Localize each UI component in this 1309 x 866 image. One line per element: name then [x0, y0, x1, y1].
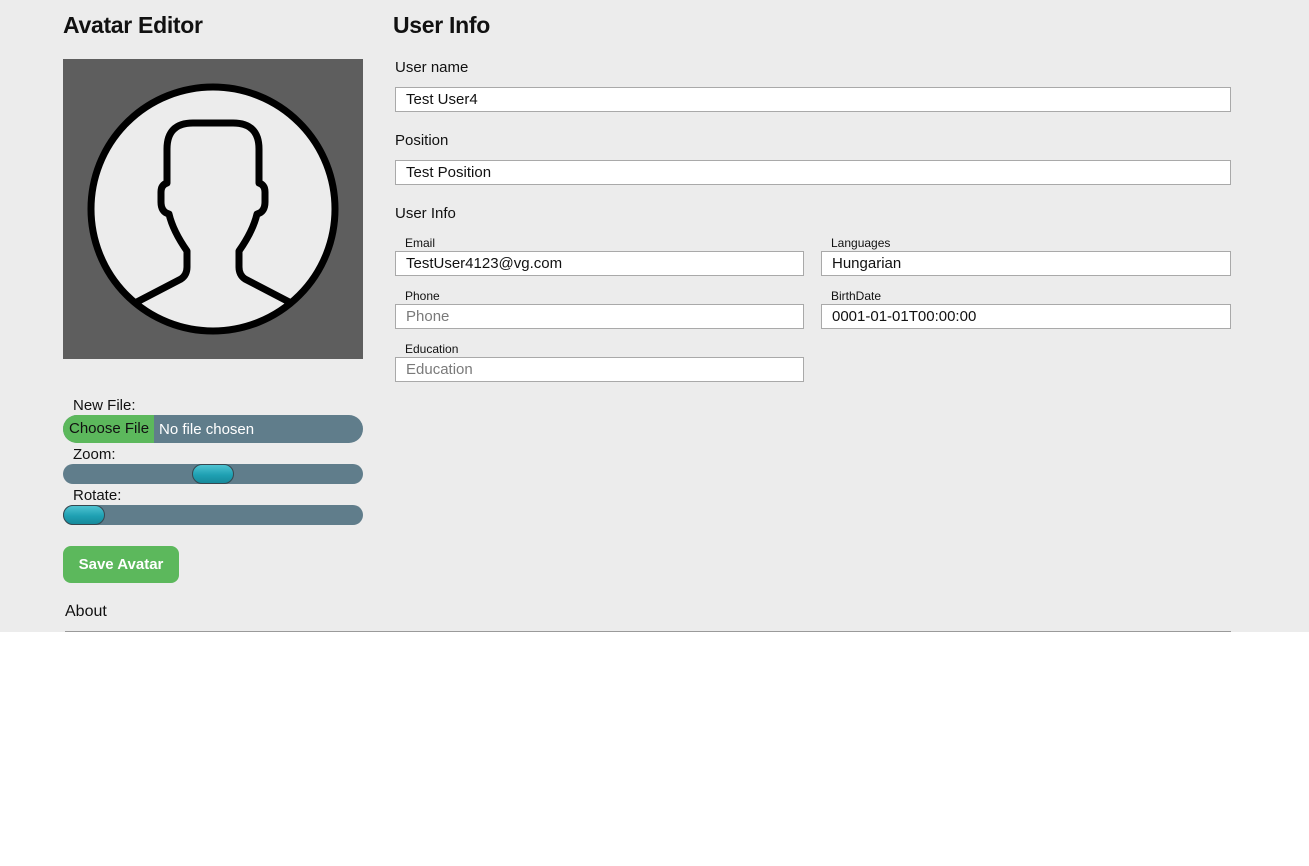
user-silhouette-icon — [87, 83, 339, 335]
birthdate-label: BirthDate — [831, 289, 882, 303]
education-label: Education — [405, 342, 459, 356]
about-link[interactable]: About — [65, 603, 107, 621]
rotate-label: Rotate: — [73, 487, 122, 504]
file-status-text: No file chosen — [159, 420, 255, 438]
languages-label: Languages — [831, 236, 891, 250]
rotate-slider-thumb[interactable] — [63, 505, 105, 525]
save-avatar-button[interactable]: Save Avatar — [63, 546, 179, 583]
position-label: Position — [395, 132, 449, 149]
phone-input[interactable] — [395, 304, 804, 329]
rotate-slider[interactable] — [63, 505, 363, 525]
email-label: Email — [405, 236, 436, 250]
user-info-title: User Info — [393, 12, 490, 38]
zoom-slider-thumb[interactable] — [192, 464, 234, 484]
user-info-section-label: User Info — [395, 205, 456, 222]
birthdate-input[interactable] — [821, 304, 1231, 329]
username-label: User name — [395, 59, 469, 76]
footer-divider — [65, 631, 1231, 632]
position-input[interactable] — [395, 160, 1231, 185]
zoom-label: Zoom: — [73, 446, 116, 463]
new-file-label: New File: — [73, 397, 136, 414]
avatar-editor-title: Avatar Editor — [63, 12, 203, 38]
education-input[interactable] — [395, 357, 804, 382]
zoom-slider[interactable] — [63, 464, 363, 484]
phone-label: Phone — [405, 289, 440, 303]
avatar-preview — [63, 59, 363, 359]
languages-input[interactable] — [821, 251, 1231, 276]
username-input[interactable] — [395, 87, 1231, 112]
file-input[interactable]: Choose File No file chosen — [63, 415, 363, 443]
email-input[interactable] — [395, 251, 804, 276]
choose-file-button[interactable]: Choose File — [63, 415, 155, 443]
